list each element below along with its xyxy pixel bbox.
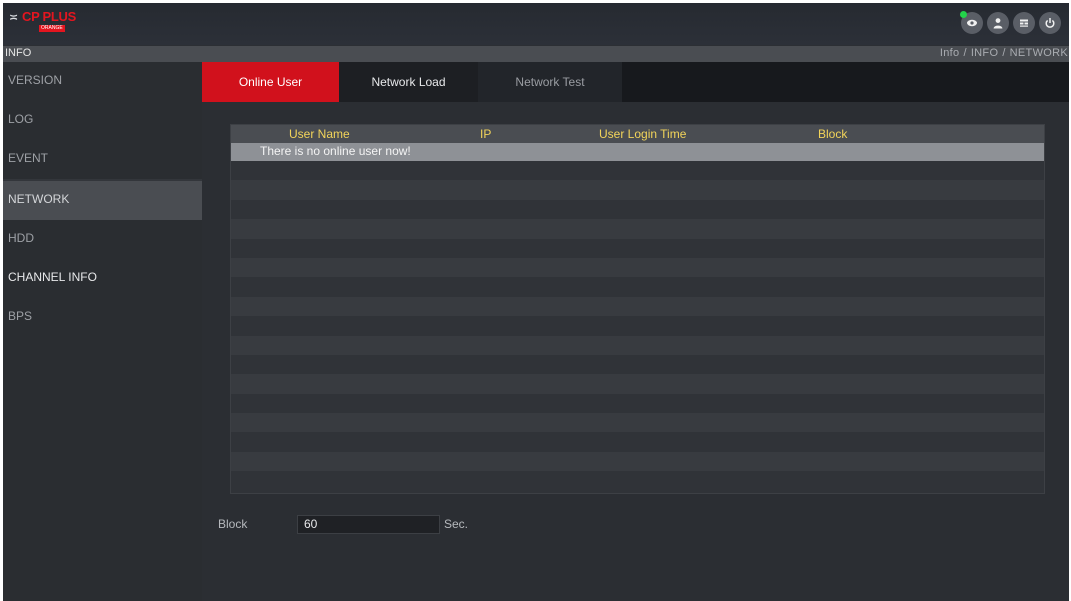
sidebar-item-label: CHANNEL INFO <box>8 270 97 284</box>
table-row <box>231 451 1044 472</box>
breadcrumb: Info / INFO / NETWORK <box>940 47 1068 59</box>
logo-text: CP PLUS <box>22 9 77 24</box>
tab-label: Network Load <box>371 75 446 89</box>
power-icon <box>1045 18 1055 28</box>
table-row <box>231 257 1044 278</box>
column-header-login-time[interactable]: User Login Time <box>599 125 686 143</box>
title-strip: INFO Info / INFO / NETWORK <box>3 45 1069 62</box>
table-row <box>231 161 1044 181</box>
table-row <box>231 199 1044 220</box>
block-time-label: Block <box>218 517 248 531</box>
table-row <box>231 316 1044 336</box>
sidebar-item-hdd[interactable]: HDD <box>3 220 202 259</box>
tab-online-user[interactable]: Online User <box>202 62 339 102</box>
column-header-user-name[interactable]: User Name <box>289 125 350 143</box>
logo-mark-icon: ≍ <box>9 11 18 24</box>
table-row <box>231 471 1044 491</box>
app-window: ≍ CP PLUS ORANGE INFO Info / INFO / NETWORK <box>3 3 1069 601</box>
breadcrumb-item[interactable]: Info <box>940 47 960 59</box>
table-row <box>231 296 1044 317</box>
live-status-indicator <box>960 11 967 18</box>
breadcrumb-item: NETWORK <box>1009 47 1068 59</box>
table-row <box>231 335 1044 355</box>
sidebar-item-label: HDD <box>8 231 34 245</box>
sidebar-item-label: VERSION <box>8 73 63 87</box>
sidebar-item-label: LOG <box>8 112 34 126</box>
breadcrumb-separator: / <box>1002 47 1006 59</box>
user-button[interactable] <box>987 12 1009 34</box>
sidebar-item-version[interactable]: VERSION <box>3 62 202 101</box>
table-row <box>231 374 1044 394</box>
table-row <box>231 180 1044 200</box>
live-view-button[interactable] <box>960 11 983 34</box>
table-empty-row: There is no online user now! <box>231 143 1044 161</box>
table-row <box>231 277 1044 297</box>
empty-table-message: There is no online user now! <box>260 144 411 158</box>
sidebar-item-channel-info[interactable]: CHANNEL INFO <box>3 259 202 298</box>
sidebar-item-bps[interactable]: BPS <box>3 298 202 337</box>
sidebar-item-label: EVENT <box>8 151 49 165</box>
table-row <box>231 432 1044 452</box>
tab-network-test[interactable]: Network Test <box>478 62 622 102</box>
table-row <box>231 219 1044 239</box>
column-header-block[interactable]: Block <box>818 125 847 143</box>
main-menu-button[interactable] <box>1013 12 1035 34</box>
brand-logo: ≍ CP PLUS ORANGE <box>9 9 79 37</box>
content-panel: User Name IP User Login Time Block There… <box>202 102 1069 601</box>
sidebar-item-log[interactable]: LOG <box>3 101 202 140</box>
top-bar: ≍ CP PLUS ORANGE <box>3 3 1069 45</box>
sidebar-item-event[interactable]: EVENT <box>3 140 202 179</box>
user-icon <box>993 18 1003 29</box>
breadcrumb-separator: / <box>963 47 967 59</box>
sidebar-item-label: NETWORK <box>8 192 70 206</box>
tab-bar: Online User Network Load Network Test <box>202 62 1069 102</box>
column-header-ip[interactable]: IP <box>480 125 491 143</box>
block-time-unit: Sec. <box>444 517 469 531</box>
tab-label: Network Test <box>515 75 585 89</box>
table-row <box>231 238 1044 258</box>
power-button[interactable] <box>1039 12 1061 34</box>
online-user-table: User Name IP User Login Time Block There… <box>230 124 1045 494</box>
table-row <box>231 393 1044 414</box>
table-header: User Name IP User Login Time Block <box>231 125 1044 143</box>
tab-network-load[interactable]: Network Load <box>339 62 478 102</box>
page-title: INFO <box>5 47 32 59</box>
tab-label: Online User <box>238 75 303 89</box>
block-time-input[interactable]: 60 <box>297 515 440 534</box>
menu-icon <box>1020 19 1028 27</box>
sidebar-item-label: BPS <box>8 309 33 323</box>
logo-subtext: ORANGE <box>39 25 65 32</box>
table-body <box>231 161 1044 491</box>
top-icon-group <box>960 11 1061 34</box>
sidebar: VERSION LOG EVENT NETWORK HDD CHANNEL IN… <box>3 62 202 601</box>
table-row <box>231 413 1044 433</box>
table-row <box>231 354 1044 375</box>
sidebar-item-network[interactable]: NETWORK <box>3 181 202 220</box>
eye-icon <box>967 19 977 27</box>
breadcrumb-item[interactable]: INFO <box>971 47 998 59</box>
